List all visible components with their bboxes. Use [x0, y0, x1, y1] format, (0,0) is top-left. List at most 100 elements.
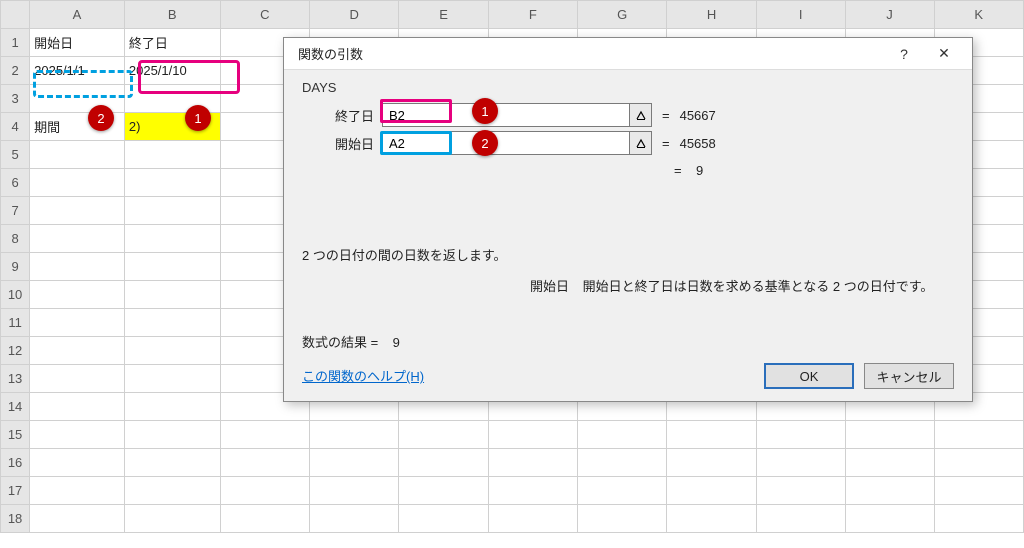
cell-E17[interactable] [399, 477, 488, 505]
column-header[interactable]: H [667, 1, 756, 29]
row-header[interactable]: 18 [1, 505, 30, 533]
cell-F18[interactable] [488, 505, 577, 533]
cell-F15[interactable] [488, 421, 577, 449]
column-header[interactable]: G [577, 1, 667, 29]
cell-G16[interactable] [577, 449, 667, 477]
row-header[interactable]: 7 [1, 197, 30, 225]
cell-B16[interactable] [124, 449, 220, 477]
cell-A16[interactable] [30, 449, 125, 477]
cell-A17[interactable] [30, 477, 125, 505]
column-header[interactable]: C [220, 1, 309, 29]
cell-K16[interactable] [934, 449, 1023, 477]
cell-C18[interactable] [220, 505, 309, 533]
cell-J15[interactable] [845, 421, 934, 449]
cell-B13[interactable] [124, 365, 220, 393]
cell-H16[interactable] [667, 449, 756, 477]
cell-G18[interactable] [577, 505, 667, 533]
cell-A11[interactable] [30, 309, 125, 337]
row-header[interactable]: 14 [1, 393, 30, 421]
cell-B17[interactable] [124, 477, 220, 505]
dialog-titlebar[interactable]: 関数の引数 ? ✕ [284, 38, 972, 70]
column-header[interactable]: D [309, 1, 398, 29]
row-header[interactable]: 9 [1, 253, 30, 281]
cell-B8[interactable] [124, 225, 220, 253]
cell-B14[interactable] [124, 393, 220, 421]
cell-A13[interactable] [30, 365, 125, 393]
cell-F16[interactable] [488, 449, 577, 477]
column-header[interactable]: E [399, 1, 488, 29]
cell-G17[interactable] [577, 477, 667, 505]
cell-B9[interactable] [124, 253, 220, 281]
arg-start-input[interactable] [382, 131, 630, 155]
cell-F17[interactable] [488, 477, 577, 505]
arg-end-input[interactable] [382, 103, 630, 127]
cell-K15[interactable] [934, 421, 1023, 449]
cell-J17[interactable] [845, 477, 934, 505]
cell-B12[interactable] [124, 337, 220, 365]
row-header[interactable]: 15 [1, 421, 30, 449]
column-header[interactable]: B [124, 1, 220, 29]
column-header[interactable]: F [488, 1, 577, 29]
column-header[interactable]: J [845, 1, 934, 29]
cell-B11[interactable] [124, 309, 220, 337]
row-header[interactable]: 16 [1, 449, 30, 477]
cell-A18[interactable] [30, 505, 125, 533]
cell-I17[interactable] [756, 477, 845, 505]
cell-B1[interactable]: 終了日 [124, 29, 220, 57]
cell-D18[interactable] [309, 505, 398, 533]
range-select-button-end[interactable] [630, 103, 652, 127]
cell-A5[interactable] [30, 141, 125, 169]
cell-B15[interactable] [124, 421, 220, 449]
cell-A10[interactable] [30, 281, 125, 309]
cell-K17[interactable] [934, 477, 1023, 505]
cell-A15[interactable] [30, 421, 125, 449]
column-header[interactable]: K [934, 1, 1023, 29]
cell-H17[interactable] [667, 477, 756, 505]
cell-A8[interactable] [30, 225, 125, 253]
cell-K18[interactable] [934, 505, 1023, 533]
cell-A4[interactable]: 期間 [30, 113, 125, 141]
cell-C15[interactable] [220, 421, 309, 449]
cell-B18[interactable] [124, 505, 220, 533]
cell-J16[interactable] [845, 449, 934, 477]
row-header[interactable]: 11 [1, 309, 30, 337]
row-header[interactable]: 10 [1, 281, 30, 309]
row-header[interactable]: 6 [1, 169, 30, 197]
cell-E18[interactable] [399, 505, 488, 533]
cell-H15[interactable] [667, 421, 756, 449]
row-header[interactable]: 17 [1, 477, 30, 505]
cell-B3[interactable] [124, 85, 220, 113]
cell-D17[interactable] [309, 477, 398, 505]
cell-I16[interactable] [756, 449, 845, 477]
cell-B2[interactable]: 2025/1/10 [124, 57, 220, 85]
cell-A12[interactable] [30, 337, 125, 365]
cell-A6[interactable] [30, 169, 125, 197]
ok-button[interactable]: OK [764, 363, 854, 389]
cell-A9[interactable] [30, 253, 125, 281]
cell-A2[interactable]: 2025/1/1 [30, 57, 125, 85]
cell-B4[interactable]: 2) [124, 113, 220, 141]
cell-G15[interactable] [577, 421, 667, 449]
cell-D16[interactable] [309, 449, 398, 477]
cell-C17[interactable] [220, 477, 309, 505]
row-header[interactable]: 5 [1, 141, 30, 169]
row-header[interactable]: 8 [1, 225, 30, 253]
cell-E15[interactable] [399, 421, 488, 449]
help-button[interactable]: ? [884, 38, 924, 70]
row-header[interactable]: 2 [1, 57, 30, 85]
row-header[interactable]: 1 [1, 29, 30, 57]
cell-I15[interactable] [756, 421, 845, 449]
close-button[interactable]: ✕ [924, 38, 964, 70]
row-header[interactable]: 3 [1, 85, 30, 113]
column-header[interactable]: A [30, 1, 125, 29]
row-header[interactable]: 4 [1, 113, 30, 141]
range-select-button-start[interactable] [630, 131, 652, 155]
cell-A1[interactable]: 開始日 [30, 29, 125, 57]
cell-B6[interactable] [124, 169, 220, 197]
row-header[interactable]: 13 [1, 365, 30, 393]
cell-J18[interactable] [845, 505, 934, 533]
column-header[interactable]: I [756, 1, 845, 29]
row-header[interactable]: 12 [1, 337, 30, 365]
function-help-link[interactable]: この関数のヘルプ(H) [302, 366, 424, 385]
cell-A14[interactable] [30, 393, 125, 421]
